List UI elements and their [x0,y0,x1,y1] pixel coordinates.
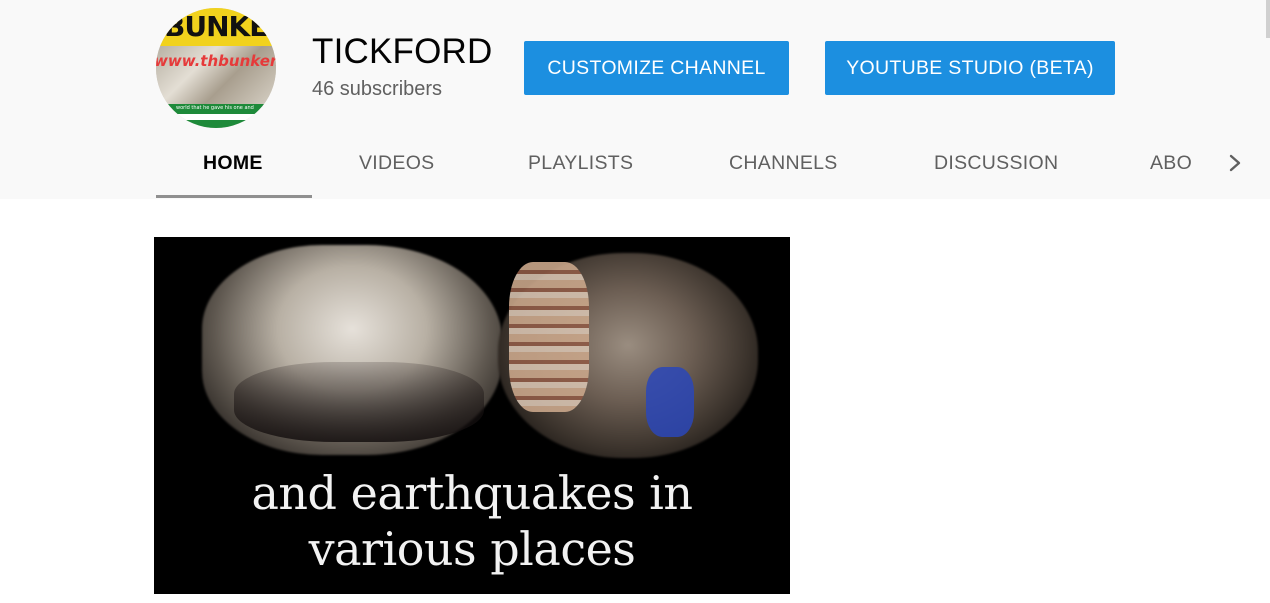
channel-header: BUNKER www.thbunker.com world that he ga… [0,0,1270,199]
video-caption-line1: and earthquakes in [251,466,693,520]
tab-about[interactable]: ABO [1150,152,1192,175]
avatar-tagline: world that he gave his one and [176,105,254,111]
video-scene-crowd [234,362,484,442]
tab-discussion[interactable]: DISCUSSION [934,152,1058,175]
youtube-studio-button[interactable]: YOUTUBE STUDIO (BETA) [825,41,1115,95]
video-scene-blue-figure [646,367,694,437]
avatar-banner-word: BUNKER [164,10,276,43]
tab-videos[interactable]: VIDEOS [359,152,435,175]
tab-home[interactable]: HOME [203,152,263,175]
customize-channel-button[interactable]: CUSTOMIZE CHANNEL [524,41,789,95]
avatar-url-text: www.thbunker.com [156,52,276,70]
avatar-green-band-bottom [156,120,276,128]
featured-video-thumbnail[interactable]: and earthquakes in various places [154,237,790,594]
channel-name: TICKFORD [312,32,493,71]
channel-avatar[interactable]: BUNKER www.thbunker.com world that he ga… [156,8,276,128]
scrollbar-edge [1266,0,1270,38]
video-scene-striped-shirt [509,262,589,412]
video-caption: and earthquakes in various places [154,465,790,577]
subscriber-count: 46 subscribers [312,78,443,100]
tab-channels[interactable]: CHANNELS [729,152,838,175]
tab-playlists[interactable]: PLAYLISTS [528,152,633,175]
video-caption-line2: various places [308,522,636,576]
active-tab-indicator [156,195,312,198]
chevron-right-icon[interactable] [1225,153,1245,173]
